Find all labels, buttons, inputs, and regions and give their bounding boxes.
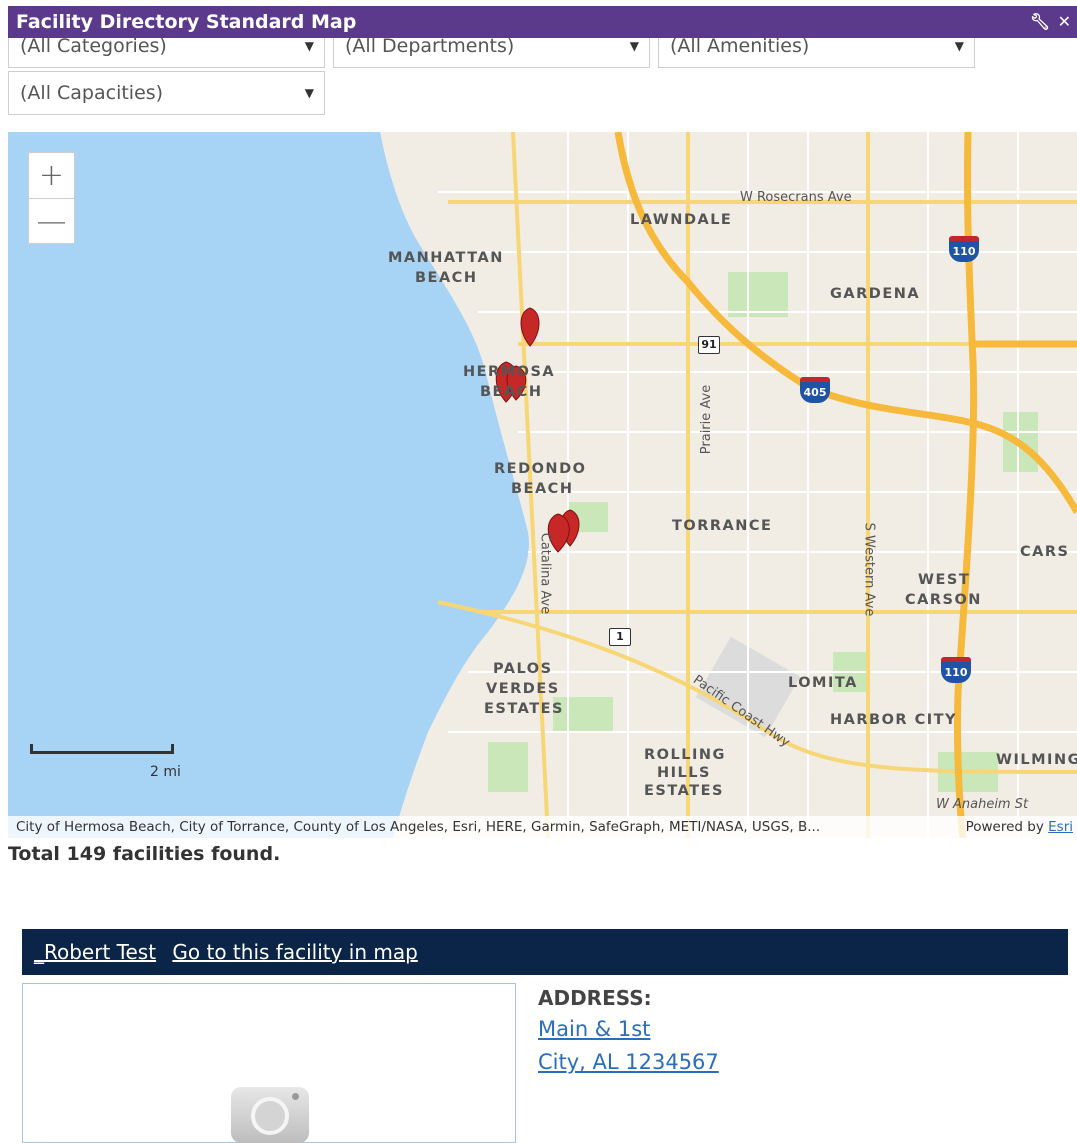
place-manhattan-beach: BEACH bbox=[415, 270, 478, 286]
place-palos: PALOS bbox=[493, 661, 553, 677]
zoom-in-button[interactable]: + bbox=[29, 153, 74, 198]
esri-link[interactable]: Esri bbox=[1048, 819, 1073, 835]
zoom-out-button[interactable]: — bbox=[29, 198, 74, 243]
facility-header: _Robert Test Go to this facility in map bbox=[22, 929, 1068, 975]
place-lomita: LOMITA bbox=[788, 675, 858, 691]
place-gardena: GARDENA bbox=[830, 286, 921, 302]
place-harbor-city: HARBOR CITY bbox=[830, 712, 958, 728]
place-estates-2: ESTATES bbox=[644, 783, 724, 799]
facility-name-link[interactable]: _Robert Test bbox=[34, 940, 156, 964]
interstate-110-shield: 110 bbox=[949, 236, 979, 262]
place-redondo: REDONDO bbox=[494, 461, 587, 477]
total-count: Total 149 facilities found. bbox=[8, 843, 281, 865]
route-91-shield: 91 bbox=[698, 336, 720, 354]
road-anaheim: W Anaheim St bbox=[936, 797, 1029, 812]
place-wilmington: WILMING bbox=[996, 752, 1077, 768]
close-icon[interactable]: ✕ bbox=[1058, 12, 1071, 31]
amenity-select-value: (All Amenities) bbox=[670, 35, 810, 57]
place-redondo-beach: BEACH bbox=[511, 481, 574, 497]
capacity-select[interactable]: (All Capacities) ▼ bbox=[8, 71, 325, 115]
zoom-control: + — bbox=[28, 152, 75, 244]
attribution-text: City of Hermosa Beach, City of Torrance,… bbox=[16, 819, 821, 835]
widget-titlebar: Facility Directory Standard Map 🔧︎ ✕ bbox=[8, 6, 1077, 38]
place-manhattan: MANHATTAN bbox=[388, 250, 504, 266]
chevron-down-icon: ▼ bbox=[304, 86, 314, 100]
road-catalina: Catalina Ave bbox=[537, 532, 553, 615]
place-rolling: ROLLING bbox=[644, 747, 726, 763]
route-1-shield: 1 bbox=[609, 628, 631, 646]
widget-title: Facility Directory Standard Map bbox=[16, 11, 357, 33]
place-lawndale: LAWNDALE bbox=[630, 212, 733, 228]
address-line-1[interactable]: Main & 1st bbox=[538, 1017, 650, 1041]
place-hills: HILLS bbox=[657, 765, 711, 781]
place-torrance: TORRANCE bbox=[672, 518, 773, 534]
place-carson: CARS bbox=[1020, 544, 1070, 560]
facility-photo bbox=[22, 983, 516, 1143]
road-prairie: Prairie Ave bbox=[699, 384, 715, 455]
powered-by: Powered by Esri bbox=[966, 816, 1073, 838]
category-select-value: (All Categories) bbox=[20, 35, 167, 57]
wrench-icon[interactable]: 🔧︎ bbox=[1030, 12, 1050, 31]
powered-by-label: Powered by bbox=[965, 819, 1044, 835]
place-verdes: VERDES bbox=[486, 681, 560, 697]
map-attribution: City of Hermosa Beach, City of Torrance,… bbox=[8, 816, 1077, 838]
address-label: ADDRESS: bbox=[538, 986, 652, 1010]
road-western: S Western Ave bbox=[861, 522, 877, 617]
address-line-2[interactable]: City, AL 1234567 bbox=[538, 1050, 719, 1074]
place-west-carson: CARSON bbox=[905, 592, 982, 608]
interstate-405-shield: 405 bbox=[800, 377, 830, 403]
place-hermosa-beach: BEACH bbox=[480, 384, 543, 400]
camera-icon bbox=[231, 1087, 309, 1143]
place-hermosa: HERMOSA bbox=[463, 364, 556, 380]
scale-label: 2 mi bbox=[150, 764, 181, 780]
capacity-select-value: (All Capacities) bbox=[20, 82, 164, 104]
map-marker-icon bbox=[520, 307, 540, 347]
go-to-map-link[interactable]: Go to this facility in map bbox=[172, 940, 417, 964]
place-west: WEST bbox=[918, 572, 971, 588]
scale-bar bbox=[30, 744, 174, 754]
road-rosecrans: W Rosecrans Ave bbox=[740, 190, 852, 205]
place-estates: ESTATES bbox=[484, 701, 564, 717]
interstate-110-shield-south: 110 bbox=[941, 657, 971, 683]
department-select-value: (All Departments) bbox=[345, 35, 515, 57]
facility-map[interactable]: LAWNDALE MANHATTAN BEACH GARDENA HERMOSA… bbox=[8, 132, 1077, 838]
